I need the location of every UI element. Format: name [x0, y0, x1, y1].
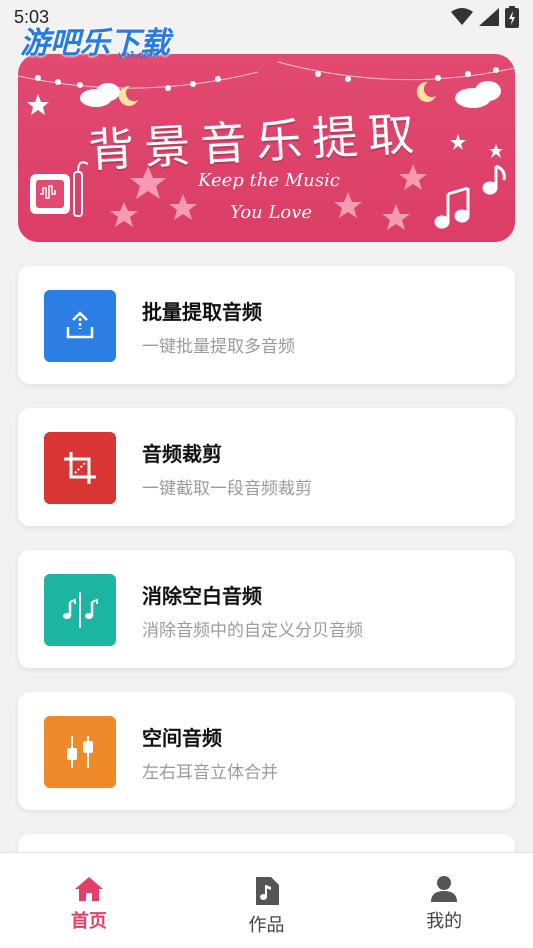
feature-card-audio-crop[interactable]: 音频裁剪 一键截取一段音频裁剪: [18, 408, 515, 526]
wifi-icon: [451, 8, 473, 25]
music-split-icon: [44, 574, 116, 646]
banner-subtitle-line2: You Love: [230, 202, 313, 223]
bottom-nav: 首页 作品 我的: [0, 852, 533, 948]
equalizer-icon: [44, 716, 116, 788]
feature-title: 音频裁剪: [142, 442, 222, 466]
upload-icon: [44, 290, 116, 362]
feature-desc: 左右耳音立体合并: [142, 763, 278, 783]
nav-profile[interactable]: 我的: [355, 853, 533, 948]
feature-title: 消除空白音频: [142, 584, 262, 608]
hero-banner[interactable]: 背景音乐提取 Keep the Music You Love: [18, 54, 515, 242]
nav-home-label: 首页: [70, 911, 107, 932]
home-icon: [74, 877, 103, 901]
feature-title: 批量提取音频: [142, 300, 262, 324]
crop-icon: [44, 432, 116, 504]
feature-desc: 一键批量提取多音频: [142, 337, 295, 357]
feature-desc: 消除音频中的自定义分贝音频: [142, 621, 363, 641]
music-file-icon: [255, 877, 279, 905]
feature-card-remove-silence[interactable]: 消除空白音频 消除音频中的自定义分贝音频: [18, 550, 515, 668]
feature-card-batch-extract[interactable]: 批量提取音频 一键批量提取多音频: [18, 266, 515, 384]
banner-subtitle-line1: Keep the Music: [198, 170, 340, 191]
nav-works-label: 作品: [248, 915, 285, 936]
battery-icon: [505, 6, 519, 28]
feature-desc: 一键截取一段音频裁剪: [142, 479, 312, 499]
nav-home[interactable]: 首页: [0, 853, 178, 948]
nav-works[interactable]: 作品: [178, 853, 356, 948]
person-icon: [431, 876, 458, 902]
nav-profile-label: 我的: [426, 911, 463, 932]
watermark-sub: yb1.com: [118, 50, 159, 61]
feature-card-spatial-audio[interactable]: 空间音频 左右耳音立体合并: [18, 692, 515, 810]
feature-title: 空间音频: [142, 726, 222, 750]
signal-icon: [479, 8, 499, 26]
status-icons: [451, 6, 519, 28]
